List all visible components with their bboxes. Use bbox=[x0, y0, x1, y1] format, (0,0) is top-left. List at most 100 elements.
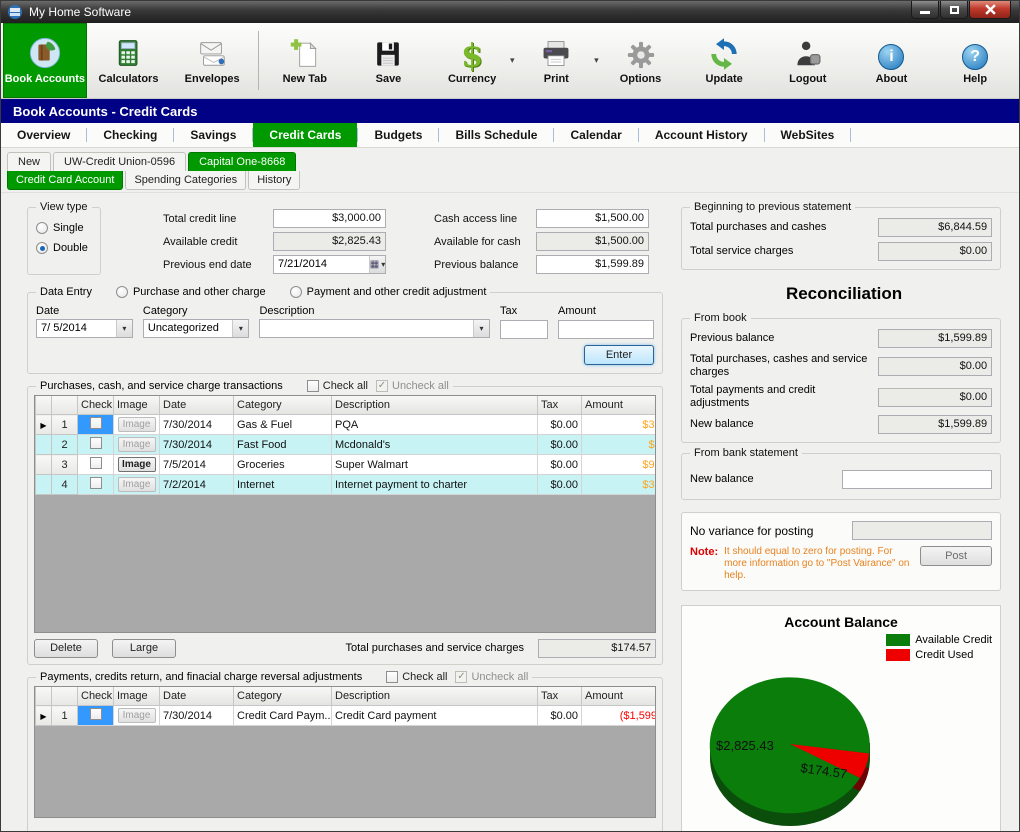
available-credit-label: Available credit bbox=[163, 236, 273, 248]
toolbar-book-accounts-button[interactable]: Book Accounts bbox=[3, 23, 87, 98]
chevron-down-icon: ▾ bbox=[116, 320, 132, 337]
tab-overview[interactable]: Overview bbox=[1, 123, 86, 147]
previous-balance-field[interactable]: $1,599.89 bbox=[536, 255, 649, 274]
table-row[interactable]: 4 Image 7/2/2014 Internet Internet payme… bbox=[36, 475, 657, 495]
payments-uncheck-all[interactable]: ✓Uncheck all bbox=[455, 671, 528, 683]
toolbar-update-button[interactable]: Update bbox=[682, 23, 766, 98]
account-tab-new[interactable]: New bbox=[7, 152, 51, 171]
tax-input[interactable] bbox=[500, 320, 548, 339]
tab-checking[interactable]: Checking bbox=[87, 123, 173, 147]
image-button[interactable]: Image bbox=[118, 437, 156, 452]
date-select[interactable]: 7/ 5/2014▾ bbox=[36, 319, 133, 338]
maximize-button[interactable] bbox=[940, 1, 968, 19]
total-service-charges-label: Total service charges bbox=[690, 245, 878, 258]
check-cell[interactable] bbox=[78, 706, 114, 726]
minimize-button[interactable] bbox=[911, 1, 939, 19]
delete-button[interactable]: Delete bbox=[34, 639, 98, 658]
total-credit-line-field[interactable]: $3,000.00 bbox=[273, 209, 386, 228]
tab-credit-cards[interactable]: Credit Cards bbox=[253, 123, 357, 147]
toolbar-help-button[interactable]: ? Help bbox=[933, 23, 1017, 98]
table-row[interactable]: ▶ 1 Image 7/30/2014 Credit Card Paym... … bbox=[36, 706, 657, 726]
category-select[interactable]: Uncategorized▾ bbox=[143, 319, 250, 338]
main-tabs: Overview Checking Savings Credit Cards B… bbox=[1, 123, 1019, 148]
book-new-balance-field: $1,599.89 bbox=[878, 415, 992, 434]
radio-selected-icon bbox=[36, 242, 48, 254]
check-cell[interactable] bbox=[78, 415, 114, 435]
calculator-icon bbox=[113, 36, 145, 70]
account-tabs: New UW-Credit Union-0596 Capital One-866… bbox=[1, 148, 1019, 171]
detail-tab-credit-card-account[interactable]: Credit Card Account bbox=[7, 171, 123, 190]
tab-websites[interactable]: WebSites bbox=[765, 123, 851, 147]
toolbar-logout-button[interactable]: Logout bbox=[766, 23, 850, 98]
total-purchases-cashes-label: Total purchases and cashes bbox=[690, 221, 878, 234]
table-row[interactable]: 3 Image 7/5/2014 Groceries Super Walmart… bbox=[36, 455, 657, 475]
bank-new-balance-input[interactable] bbox=[842, 470, 992, 489]
table-row[interactable]: 2 Image 7/30/2014 Fast Food Mcdonald's $… bbox=[36, 435, 657, 455]
purchases-uncheck-all[interactable]: ✓Uncheck all bbox=[376, 380, 449, 392]
payment-radio[interactable]: Payment and other credit adjustment bbox=[290, 286, 487, 298]
available-credit-field: $2,825.43 bbox=[273, 232, 386, 251]
app-icon bbox=[7, 4, 23, 20]
description-select[interactable]: ▾ bbox=[259, 319, 490, 338]
enter-button[interactable]: Enter bbox=[584, 345, 654, 365]
cash-access-line-label: Cash access line bbox=[434, 213, 536, 225]
tab-account-history[interactable]: Account History bbox=[639, 123, 764, 147]
tab-budgets[interactable]: Budgets bbox=[358, 123, 438, 147]
view-type-single-radio[interactable]: Single bbox=[36, 222, 100, 234]
chart-title: Account Balance bbox=[690, 614, 992, 630]
summary-column-right: Cash access line $1,500.00 Available for… bbox=[434, 207, 649, 276]
toolbar-currency-button[interactable]: $ Currency bbox=[430, 23, 514, 98]
account-tab-capital-one[interactable]: Capital One-8668 bbox=[188, 152, 296, 171]
toolbar-about-button[interactable]: i About bbox=[850, 23, 934, 98]
account-tab-uw-credit-union[interactable]: UW-Credit Union-0596 bbox=[53, 152, 186, 171]
toolbar-options-button[interactable]: Options bbox=[599, 23, 683, 98]
note-label: Note: bbox=[690, 546, 718, 558]
detail-tab-spending-categories[interactable]: Spending Categories bbox=[125, 171, 246, 190]
previous-end-date-label: Previous end date bbox=[163, 259, 273, 271]
detail-tab-history[interactable]: History bbox=[248, 171, 300, 190]
toolbar-new-tab-button[interactable]: New Tab bbox=[263, 23, 347, 98]
check-cell[interactable] bbox=[78, 435, 114, 455]
toolbar-calculators-button[interactable]: Calculators bbox=[87, 23, 171, 98]
purchases-check-all[interactable]: Check all bbox=[307, 380, 368, 392]
image-button[interactable]: Image bbox=[118, 477, 156, 492]
post-button[interactable]: Post bbox=[920, 546, 992, 566]
tab-calendar[interactable]: Calendar bbox=[554, 123, 637, 147]
app-window: My Home Software Book Accounts Calculato… bbox=[0, 0, 1020, 832]
close-button[interactable] bbox=[969, 1, 1011, 19]
payments-group: Payments, credits return, and finacial c… bbox=[27, 677, 663, 832]
amount-input[interactable] bbox=[558, 320, 654, 339]
table-row[interactable]: ▶ 1 Image 7/30/2014 Gas & Fuel PQA $0.00… bbox=[36, 415, 657, 435]
page-title: Book Accounts - Credit Cards bbox=[13, 104, 197, 119]
view-type-double-radio[interactable]: Double bbox=[36, 242, 100, 254]
book-previous-balance-label: Previous balance bbox=[690, 332, 878, 345]
tab-savings[interactable]: Savings bbox=[174, 123, 252, 147]
purchase-radio[interactable]: Purchase and other charge bbox=[116, 286, 266, 298]
page-title-bar: Book Accounts - Credit Cards bbox=[1, 99, 1019, 123]
payments-check-all[interactable]: Check all bbox=[386, 671, 447, 683]
account-balance-chart: Account Balance Available Credit Credit … bbox=[681, 605, 1001, 831]
envelopes-icon bbox=[195, 36, 229, 70]
image-button[interactable]: Image bbox=[118, 708, 156, 723]
legend-swatch-available-credit bbox=[886, 634, 910, 646]
view-type-label: View type bbox=[36, 201, 92, 213]
entry-description: Description ▾ bbox=[259, 305, 490, 339]
book-total-purchases-field: $0.00 bbox=[878, 357, 992, 376]
large-button[interactable]: Large bbox=[112, 639, 176, 658]
toolbar-save-button[interactable]: Save bbox=[347, 23, 431, 98]
cash-access-line-field[interactable]: $1,500.00 bbox=[536, 209, 649, 228]
chevron-down-icon: ▾ bbox=[473, 320, 489, 337]
content-area: View type Single Double Total credit lin… bbox=[1, 193, 1019, 831]
tab-bills-schedule[interactable]: Bills Schedule bbox=[439, 123, 553, 147]
toolbar-envelopes-button[interactable]: Envelopes bbox=[170, 23, 254, 98]
description-label: Description bbox=[259, 305, 490, 317]
statement-title: Beginning to previous statement bbox=[690, 201, 855, 213]
variance-box: No variance for posting Note: It should … bbox=[681, 512, 1001, 591]
purchases-total-field: $174.57 bbox=[538, 639, 656, 658]
image-button[interactable]: Image bbox=[118, 417, 156, 432]
image-button[interactable]: Image bbox=[118, 457, 156, 472]
previous-end-date-picker[interactable]: 7/21/2014 ▦▾ bbox=[273, 255, 386, 274]
check-cell[interactable] bbox=[78, 455, 114, 475]
toolbar-print-button[interactable]: Print bbox=[514, 23, 598, 98]
check-cell[interactable] bbox=[78, 475, 114, 495]
